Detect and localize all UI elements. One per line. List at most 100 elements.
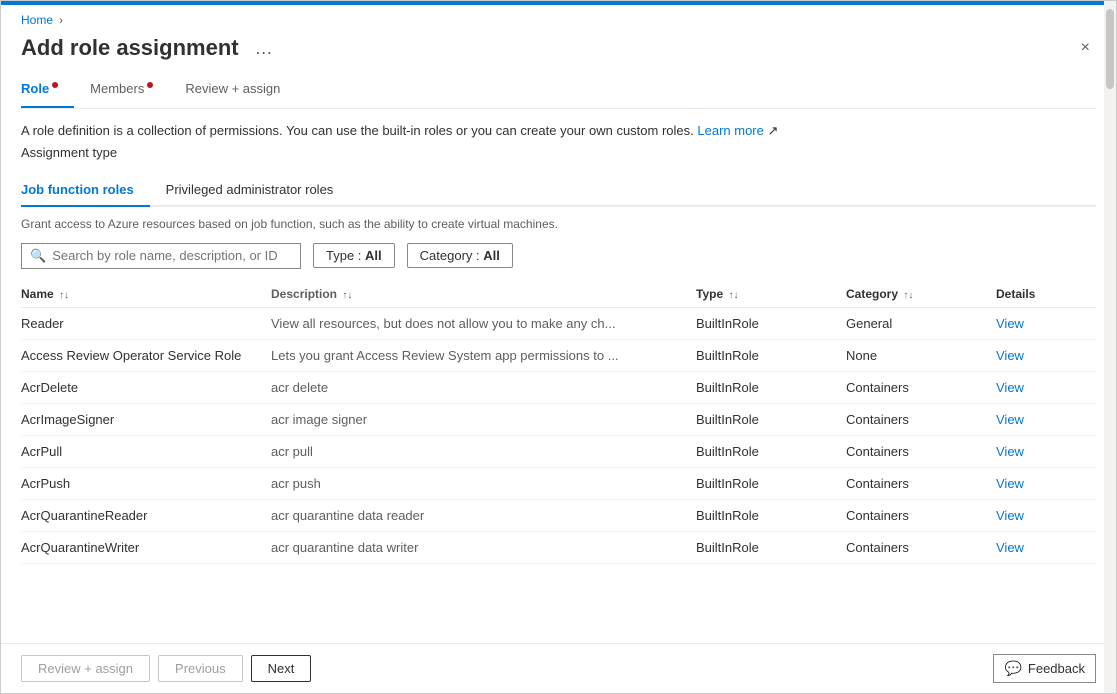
breadcrumb-home-link[interactable]: Home bbox=[21, 13, 53, 27]
view-link[interactable]: View bbox=[996, 316, 1024, 331]
cell-type: BuiltInRole bbox=[696, 403, 846, 435]
view-link[interactable]: View bbox=[996, 476, 1024, 491]
cell-name: AcrPush bbox=[21, 467, 271, 499]
view-link[interactable]: View bbox=[996, 540, 1024, 555]
table-row[interactable]: Access Review Operator Service Role Lets… bbox=[21, 339, 1096, 371]
cell-name: Reader bbox=[21, 307, 271, 339]
tab-review[interactable]: Review + assign bbox=[185, 71, 296, 108]
role-description: A role definition is a collection of per… bbox=[21, 121, 1096, 141]
sub-tab-job-function[interactable]: Job function roles bbox=[21, 174, 150, 207]
roles-table: Name ↑↓ Description ↑↓ Type ↑↓ Categor bbox=[21, 281, 1096, 564]
category-filter-pill[interactable]: Category : All bbox=[407, 243, 513, 268]
sort-type-icon: ↑↓ bbox=[728, 290, 738, 301]
cell-name: AcrQuarantineReader bbox=[21, 499, 271, 531]
review-assign-button[interactable]: Review + assign bbox=[21, 655, 150, 682]
close-button[interactable]: × bbox=[1075, 37, 1096, 59]
col-header-details: Details bbox=[996, 281, 1096, 308]
view-link[interactable]: View bbox=[996, 508, 1024, 523]
content-area: Role Members Review + assign A role defi… bbox=[1, 71, 1116, 643]
cell-category: Containers bbox=[846, 531, 996, 563]
search-icon: 🔍 bbox=[30, 248, 46, 264]
cell-details: View bbox=[996, 371, 1096, 403]
breadcrumb: Home › bbox=[1, 5, 1116, 31]
cell-type: BuiltInRole bbox=[696, 307, 846, 339]
col-header-description[interactable]: Description ↑↓ bbox=[271, 281, 696, 308]
dialog-container: Home › Add role assignment … × Role Memb… bbox=[0, 0, 1117, 694]
scrollbar-thumb bbox=[1106, 9, 1114, 89]
feedback-icon: 💬 bbox=[1004, 660, 1021, 677]
cell-type: BuiltInRole bbox=[696, 435, 846, 467]
search-input[interactable] bbox=[52, 248, 292, 263]
cell-category: General bbox=[846, 307, 996, 339]
table-row[interactable]: AcrPull acr pull BuiltInRole Containers … bbox=[21, 435, 1096, 467]
cell-category: Containers bbox=[846, 499, 996, 531]
tab-role[interactable]: Role bbox=[21, 71, 74, 108]
cell-type: BuiltInRole bbox=[696, 339, 846, 371]
cell-description: acr push bbox=[271, 467, 696, 499]
cell-description: acr delete bbox=[271, 371, 696, 403]
table-row[interactable]: AcrDelete acr delete BuiltInRole Contain… bbox=[21, 371, 1096, 403]
cell-details: View bbox=[996, 339, 1096, 371]
scrollbar[interactable] bbox=[1104, 1, 1116, 693]
search-box[interactable]: 🔍 bbox=[21, 243, 301, 269]
col-header-type[interactable]: Type ↑↓ bbox=[696, 281, 846, 308]
main-tabs: Role Members Review + assign bbox=[21, 71, 1096, 109]
cell-description: Lets you grant Access Review System app … bbox=[271, 339, 696, 371]
cell-type: BuiltInRole bbox=[696, 371, 846, 403]
cell-name: AcrQuarantineWriter bbox=[21, 531, 271, 563]
table-row[interactable]: AcrImageSigner acr image signer BuiltInR… bbox=[21, 403, 1096, 435]
view-link[interactable]: View bbox=[996, 348, 1024, 363]
cell-name: AcrImageSigner bbox=[21, 403, 271, 435]
sort-name-icon: ↑↓ bbox=[59, 290, 69, 301]
assignment-type-label: Assignment type bbox=[21, 145, 1096, 160]
cell-name: Access Review Operator Service Role bbox=[21, 339, 271, 371]
learn-more-link[interactable]: Learn more bbox=[697, 123, 763, 138]
cell-name: AcrPull bbox=[21, 435, 271, 467]
previous-button[interactable]: Previous bbox=[158, 655, 243, 682]
cell-description: acr quarantine data writer bbox=[271, 531, 696, 563]
view-link[interactable]: View bbox=[996, 380, 1024, 395]
breadcrumb-separator: › bbox=[59, 13, 63, 27]
page-title: Add role assignment bbox=[21, 35, 239, 61]
view-link[interactable]: View bbox=[996, 444, 1024, 459]
role-dot bbox=[52, 82, 58, 88]
cell-type: BuiltInRole bbox=[696, 467, 846, 499]
footer: Review + assign Previous Next 💬 Feedback bbox=[1, 643, 1116, 693]
cell-category: Containers bbox=[846, 467, 996, 499]
cell-details: View bbox=[996, 531, 1096, 563]
cell-category: Containers bbox=[846, 403, 996, 435]
table-row[interactable]: AcrQuarantineReader acr quarantine data … bbox=[21, 499, 1096, 531]
tab-members[interactable]: Members bbox=[90, 71, 169, 108]
cell-category: Containers bbox=[846, 371, 996, 403]
cell-name: AcrDelete bbox=[21, 371, 271, 403]
cell-details: View bbox=[996, 435, 1096, 467]
table-row[interactable]: AcrPush acr push BuiltInRole Containers … bbox=[21, 467, 1096, 499]
cell-description: acr image signer bbox=[271, 403, 696, 435]
sub-tabs: Job function roles Privileged administra… bbox=[21, 172, 1096, 207]
sort-desc-icon: ↑↓ bbox=[342, 290, 352, 301]
sub-description: Grant access to Azure resources based on… bbox=[21, 217, 1096, 231]
cell-description: View all resources, but does not allow y… bbox=[271, 307, 696, 339]
table-row[interactable]: Reader View all resources, but does not … bbox=[21, 307, 1096, 339]
cell-details: View bbox=[996, 403, 1096, 435]
cell-details: View bbox=[996, 467, 1096, 499]
sort-category-icon: ↑↓ bbox=[903, 290, 913, 301]
type-filter-pill[interactable]: Type : All bbox=[313, 243, 395, 268]
filter-row: 🔍 Type : All Category : All bbox=[21, 243, 1096, 269]
ellipsis-button[interactable]: … bbox=[249, 36, 279, 61]
next-button[interactable]: Next bbox=[251, 655, 312, 682]
cell-description: acr pull bbox=[271, 435, 696, 467]
cell-details: View bbox=[996, 307, 1096, 339]
cell-description: acr quarantine data reader bbox=[271, 499, 696, 531]
sub-tab-privileged-admin[interactable]: Privileged administrator roles bbox=[166, 174, 350, 207]
col-header-category[interactable]: Category ↑↓ bbox=[846, 281, 996, 308]
cell-category: None bbox=[846, 339, 996, 371]
feedback-button[interactable]: 💬 Feedback bbox=[993, 654, 1096, 683]
footer-left: Review + assign Previous Next bbox=[21, 655, 311, 682]
header-row: Add role assignment … × bbox=[1, 31, 1116, 71]
table-row[interactable]: AcrQuarantineWriter acr quarantine data … bbox=[21, 531, 1096, 563]
members-dot bbox=[147, 82, 153, 88]
cell-type: BuiltInRole bbox=[696, 531, 846, 563]
col-header-name[interactable]: Name ↑↓ bbox=[21, 281, 271, 308]
view-link[interactable]: View bbox=[996, 412, 1024, 427]
